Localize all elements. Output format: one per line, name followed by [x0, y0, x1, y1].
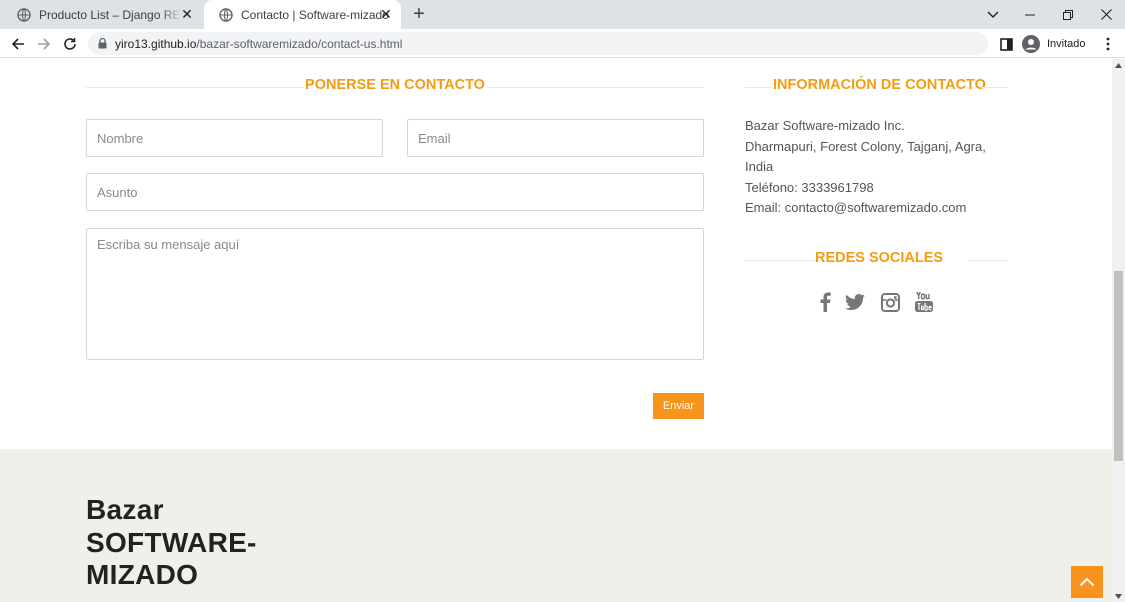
browser-toolbar: yiro13.github.io/bazar-softwaremizado/co… — [0, 29, 1125, 58]
facebook-icon[interactable] — [814, 291, 836, 313]
name-input[interactable] — [86, 119, 383, 157]
chevron-down-icon — [987, 11, 999, 18]
message-textarea[interactable] — [86, 228, 704, 360]
social-heading: REDES SOCIALES — [815, 250, 944, 266]
lock-icon[interactable] — [98, 38, 107, 49]
globe-icon — [219, 7, 233, 22]
scroll-up-arrow[interactable] — [1112, 59, 1125, 71]
minimize-button[interactable] — [1011, 0, 1049, 29]
brand-line: MIZADO — [86, 559, 199, 590]
globe-icon — [17, 7, 31, 22]
heading-rule — [968, 260, 1008, 261]
menu-button[interactable] — [1097, 33, 1119, 55]
heading-rule — [745, 87, 773, 88]
minimize-icon — [1025, 14, 1035, 15]
brand-line: SOFTWARE- — [86, 526, 257, 558]
close-tab-icon[interactable]: ✕ — [379, 7, 393, 21]
heading-rule — [981, 87, 1008, 88]
heading-rule — [745, 260, 815, 261]
instagram-icon[interactable] — [879, 291, 901, 313]
scroll-thumb[interactable] — [1114, 271, 1123, 461]
page-scrollbar[interactable] — [1112, 59, 1125, 602]
submit-button[interactable]: Enviar — [653, 393, 704, 419]
tab-title: Contacto | Software-mizado — [241, 7, 389, 22]
tab-producto-list[interactable]: Producto List – Django REST fram ✕ — [2, 0, 202, 29]
back-button[interactable] — [7, 33, 29, 55]
address-bar[interactable]: yiro13.github.io/bazar-softwaremizado/co… — [88, 32, 988, 55]
tab-contacto[interactable]: Contacto | Software-mizado ✕ — [204, 0, 401, 29]
email-input[interactable] — [407, 119, 704, 157]
chevron-up-icon — [1079, 577, 1095, 587]
company-name: Bazar Software-mizado Inc. — [745, 118, 905, 133]
avatar-icon — [1022, 35, 1040, 53]
browser-tab-bar: Producto List – Django REST fram ✕ Conta… — [0, 0, 1125, 29]
url-path: /bazar-softwaremizado/contact-us.html — [196, 36, 403, 51]
url-host: yiro13.github.io — [115, 36, 197, 51]
contact-info-heading: INFORMACIÓN DE CONTACTO — [773, 77, 986, 93]
contact-info-text: Bazar Software-mizado Inc. Dharmapuri, F… — [745, 116, 1015, 219]
reload-button[interactable] — [59, 33, 81, 55]
heading-rule — [86, 87, 304, 88]
arrow-right-icon — [38, 38, 51, 50]
side-panel-icon — [999, 37, 1013, 51]
email-line: Email: contacto@softwaremizado.com — [745, 200, 967, 215]
profile-label: Invitado — [1047, 38, 1086, 50]
subject-input[interactable] — [86, 173, 704, 211]
restore-icon — [1063, 9, 1073, 20]
youtube-icon[interactable] — [913, 291, 935, 313]
tab-search-button[interactable] — [974, 0, 1012, 29]
close-icon — [1100, 9, 1112, 20]
back-to-top-button[interactable] — [1071, 566, 1103, 598]
close-window-button[interactable] — [1087, 0, 1125, 29]
site-footer: Bazar SOFTWARE- MIZADO — [0, 449, 1112, 602]
contact-form-heading: PONERSE EN CONTACTO — [305, 77, 485, 93]
arrow-left-icon — [11, 38, 24, 50]
heading-rule — [486, 87, 704, 88]
reload-icon — [64, 38, 76, 50]
new-tab-button[interactable]: + — [409, 4, 429, 24]
address-country: India — [745, 159, 774, 174]
address-line: Dharmapuri, Forest Colony, Tajganj, Agra… — [745, 138, 986, 154]
brand-line: Bazar — [86, 494, 164, 525]
close-tab-icon[interactable]: ✕ — [180, 7, 194, 21]
restore-button[interactable] — [1049, 0, 1087, 29]
phone-line: Teléfono: 3333961798 — [745, 179, 874, 195]
page-viewport: PONERSE EN CONTACTO Enviar INFORMACIÓN D… — [0, 59, 1112, 602]
scroll-down-arrow[interactable] — [1112, 590, 1125, 602]
more-vert-icon — [1106, 37, 1110, 51]
tab-title: Producto List – Django REST fram — [39, 7, 182, 22]
url-text: yiro13.github.io/bazar-softwaremizado/co… — [115, 37, 402, 51]
side-panel-button[interactable] — [995, 33, 1017, 55]
twitter-icon[interactable] — [844, 291, 866, 313]
forward-button[interactable] — [33, 33, 55, 55]
profile-button[interactable]: Invitado — [1022, 33, 1086, 55]
footer-brand: Bazar SOFTWARE- MIZADO — [86, 494, 257, 592]
